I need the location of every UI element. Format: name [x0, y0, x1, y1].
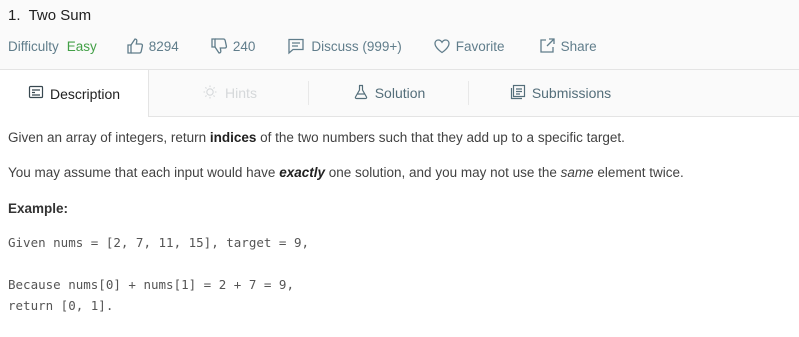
tab-solution-label: Solution	[374, 85, 426, 101]
lightbulb-icon	[201, 84, 225, 103]
difficulty-value: Easy	[66, 38, 97, 54]
share-button[interactable]: Share	[538, 37, 597, 55]
difficulty-label: Difficulty	[8, 38, 59, 54]
like-count: 8294	[148, 38, 179, 54]
example-code-line: Given nums = [2, 7, 11, 15], target = 9,	[8, 235, 310, 250]
dislike-button[interactable]: 240	[210, 37, 256, 55]
text-span: You may assume that each input would hav…	[8, 165, 280, 180]
bold-italic-text: exactly	[279, 165, 325, 180]
example-heading: Example:	[8, 201, 69, 216]
problem-number: 1.	[8, 7, 21, 24]
thumbs-down-icon	[210, 37, 228, 55]
share-icon	[538, 37, 556, 55]
flask-icon	[353, 84, 375, 103]
problem-title: 1. Two Sum	[8, 7, 91, 24]
tab-description[interactable]: Description	[0, 70, 149, 117]
text-span: Given an array of integers, return	[8, 130, 210, 145]
dislike-count: 240	[232, 38, 256, 54]
tab-hints-label: Hints	[225, 85, 257, 101]
submissions-icon	[510, 84, 532, 103]
discuss-label: Discuss (999+)	[311, 38, 402, 54]
tab-solution[interactable]: Solution	[309, 70, 469, 116]
favorite-label: Favorite	[455, 38, 505, 54]
favorite-button[interactable]: Favorite	[433, 37, 505, 55]
tab-hints[interactable]: Hints	[149, 70, 309, 116]
share-label: Share	[560, 38, 597, 54]
text-span: one solution, and you may not use the	[324, 165, 561, 180]
thumbs-up-icon	[126, 37, 144, 55]
like-button[interactable]: 8294	[126, 37, 179, 55]
discuss-link[interactable]: Discuss (999+)	[287, 37, 402, 55]
example-code-line: Because nums[0] + nums[1] = 2 + 7 = 9,	[8, 277, 294, 292]
text-span: element twice.	[593, 165, 684, 180]
bold-text: indices	[209, 130, 257, 145]
tab-submissions-label: Submissions	[531, 85, 612, 101]
example-code-line: return [0, 1].	[8, 298, 114, 313]
tabs: Description Hints Solution Submissions	[0, 70, 799, 117]
difficulty: Difficulty Easy	[8, 39, 97, 54]
description-paragraph-2: You may assume that each input would hav…	[8, 165, 684, 180]
problem-meta-bar: Difficulty Easy 8294 240 Discuss (999+) …	[8, 37, 597, 55]
problem-name: Two Sum	[28, 7, 92, 24]
tab-submissions[interactable]: Submissions	[469, 70, 652, 116]
description-icon	[28, 84, 50, 103]
comment-icon	[287, 37, 305, 55]
problem-header: 1. Two Sum Difficulty Easy 8294 240 Disc…	[0, 0, 799, 70]
description-paragraph-1: Given an array of integers, return indic…	[8, 130, 625, 145]
heart-icon	[433, 37, 451, 55]
tab-description-label: Description	[49, 85, 121, 102]
italic-text: same	[560, 165, 594, 180]
text-span: of the two numbers such that they add up…	[256, 130, 625, 145]
